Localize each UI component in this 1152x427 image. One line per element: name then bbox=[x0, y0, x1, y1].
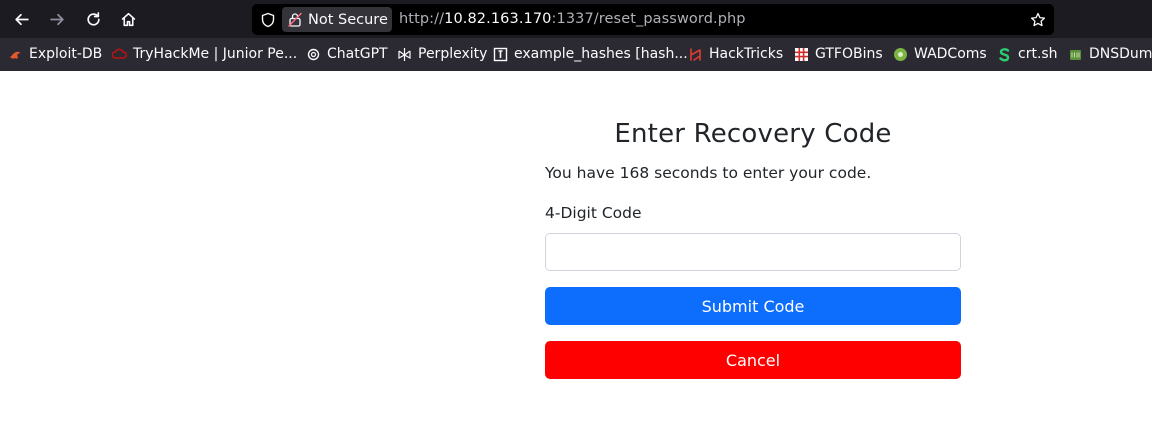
wadcoms-icon bbox=[893, 47, 908, 62]
perplexity-icon bbox=[397, 47, 412, 62]
star-icon[interactable] bbox=[1028, 10, 1048, 30]
hacktricks-icon bbox=[688, 47, 703, 62]
cancel-button[interactable]: Cancel bbox=[545, 341, 961, 379]
bookmark-label: WADComs bbox=[914, 46, 987, 62]
exploit-db-icon bbox=[8, 47, 23, 62]
arrow-left-icon[interactable] bbox=[9, 7, 33, 31]
bookmark-label: GTFOBins bbox=[815, 46, 883, 62]
code-label: 4-Digit Code bbox=[545, 204, 642, 222]
bookmark-gtfobins[interactable]: GTFOBins bbox=[794, 45, 883, 63]
lock-insecure-icon bbox=[288, 12, 308, 27]
bookmark-label: DNSDump bbox=[1089, 46, 1152, 62]
recovery-code-input[interactable] bbox=[545, 233, 961, 271]
tryhackme-icon bbox=[112, 47, 127, 62]
dnsdumpster-icon bbox=[1068, 47, 1083, 62]
bookmark-crt-sh[interactable]: crt.sh bbox=[997, 45, 1058, 63]
bookmark-label: example_hashes [hash... bbox=[514, 46, 688, 62]
bookmark-label: HackTricks bbox=[709, 46, 784, 62]
bookmark-label: crt.sh bbox=[1018, 46, 1058, 62]
bookmark-label: Exploit-DB bbox=[29, 46, 103, 62]
arrow-right-icon[interactable] bbox=[45, 7, 69, 31]
bookmark-dnsdumpster[interactable]: DNSDump bbox=[1068, 45, 1152, 63]
countdown-info: You have 168 seconds to enter your code. bbox=[545, 164, 872, 182]
crtsh-icon bbox=[997, 47, 1012, 62]
bookmark-label: Perplexity bbox=[418, 46, 488, 62]
bookmark-label: ChatGPT bbox=[327, 46, 388, 62]
chatgpt-icon bbox=[306, 47, 321, 62]
page-content: Enter Recovery Code You have 168 seconds… bbox=[0, 71, 1152, 427]
url-host: 10.82.163.170 bbox=[444, 11, 552, 27]
shield-icon[interactable] bbox=[258, 10, 278, 30]
bookmark-chatgpt[interactable]: ChatGPT bbox=[306, 45, 388, 63]
bookmark-exploit-db[interactable]: Exploit-DB bbox=[8, 45, 102, 63]
url-path: :1337/reset_password.php bbox=[551, 11, 746, 27]
hashcat-icon bbox=[493, 47, 508, 62]
bookmark-perplexity[interactable]: Perplexity bbox=[397, 45, 487, 63]
page-title: Enter Recovery Code bbox=[614, 119, 892, 149]
bookmark-example-hashes[interactable]: example_hashes [hash... bbox=[493, 45, 688, 63]
bookmarks-bar: Exploit-DB TryHackMe | Junior Pe... Chat… bbox=[0, 38, 1152, 71]
url-prefix: http:// bbox=[399, 11, 445, 27]
browser-toolbar: Not Secure http://10.82.163.170:1337/res… bbox=[0, 0, 1152, 38]
url-text[interactable]: http://10.82.163.170:1337/reset_password… bbox=[399, 11, 746, 27]
bookmark-hacktricks[interactable]: HackTricks bbox=[688, 45, 783, 63]
bookmark-label: TryHackMe | Junior Pe... bbox=[133, 46, 298, 62]
not-secure-badge[interactable]: Not Secure bbox=[282, 7, 392, 32]
bookmark-wadcoms[interactable]: WADComs bbox=[893, 45, 987, 63]
gtfobins-icon bbox=[794, 47, 809, 62]
bookmark-tryhackme[interactable]: TryHackMe | Junior Pe... bbox=[112, 45, 297, 63]
reload-icon[interactable] bbox=[81, 7, 105, 31]
submit-code-button[interactable]: Submit Code bbox=[545, 287, 961, 325]
home-icon[interactable] bbox=[116, 7, 140, 31]
url-bar[interactable]: Not Secure http://10.82.163.170:1337/res… bbox=[252, 4, 1054, 35]
security-label: Not Secure bbox=[308, 11, 388, 28]
